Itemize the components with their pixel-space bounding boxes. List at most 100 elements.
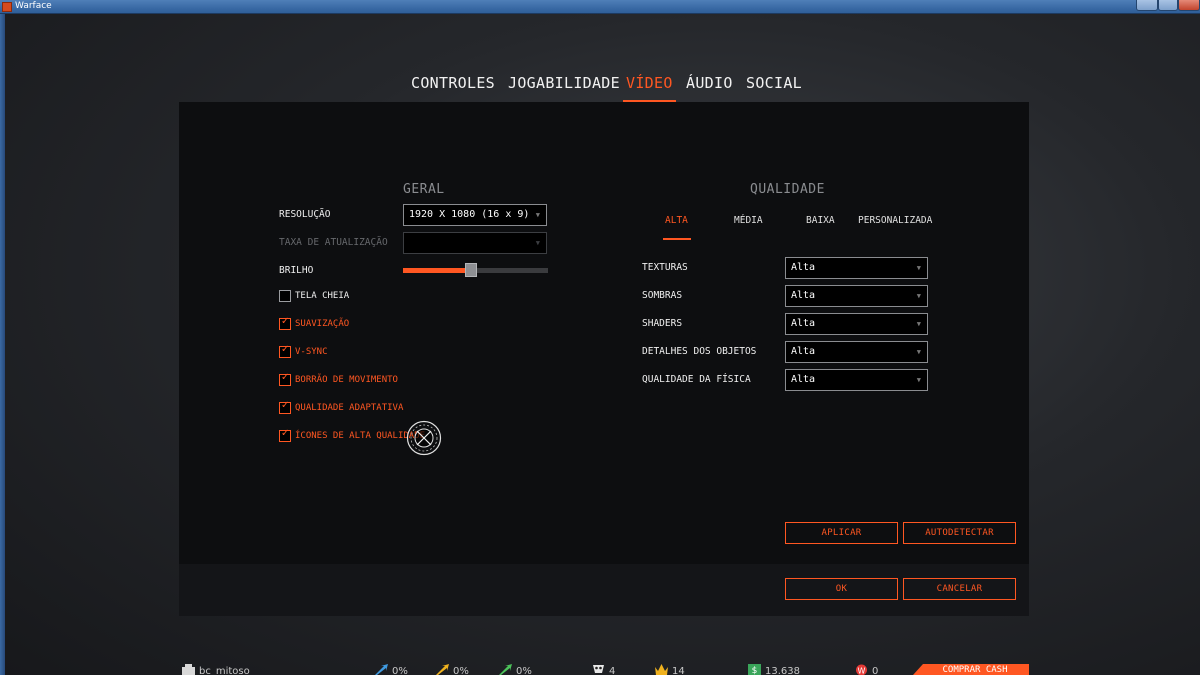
apply-button[interactable]: APLICAR (785, 522, 898, 544)
w-coin-icon: W (855, 664, 868, 675)
quality-setting-select[interactable]: Alta ▼ (785, 313, 928, 335)
check-icon: ✓ (281, 344, 290, 355)
checkbox[interactable]: ✓ (279, 316, 291, 330)
close-button[interactable] (1178, 0, 1200, 11)
quality-setting-select[interactable]: Alta ▼ (785, 285, 928, 307)
quality-setting-value: Alta (791, 318, 816, 329)
quality-setting-select[interactable]: Alta ▼ (785, 369, 928, 391)
checkbox-label: SUAVIZAÇÃO (295, 319, 350, 329)
dollar-icon: $ (748, 664, 761, 675)
tab-audio[interactable]: ÁUDIO (686, 74, 733, 92)
stat-2-value: 0% (453, 666, 469, 675)
dropdown-arrow-icon: ▼ (916, 264, 921, 272)
arrow-up-icon (436, 664, 449, 675)
dropdown-arrow-icon: ▼ (916, 320, 921, 328)
check-icon: ✓ (281, 316, 290, 327)
general-section-title: GERAL (403, 182, 445, 197)
check-icon: ✓ (281, 428, 290, 439)
checkbox-label: V-SYNC (295, 347, 328, 357)
crown-icon (655, 664, 668, 675)
checkbox[interactable]: ✓ (279, 428, 291, 442)
maximize-button[interactable] (1158, 0, 1178, 11)
tab-controles[interactable]: CONTROLES (411, 74, 495, 92)
window-title: Warface (15, 1, 52, 11)
stat-1-value: 0% (392, 666, 408, 675)
refresh-rate-label: TAXA DE ATUALIZAÇÃO (279, 237, 388, 248)
checkbox[interactable]: ✓ (279, 400, 291, 414)
stat-4-value: 4 (609, 666, 616, 675)
stat-3: 0% (499, 664, 532, 675)
quality-setting-label: TEXTURAS (642, 262, 688, 273)
dropdown-arrow-icon: ▼ (916, 376, 921, 384)
checkbox-label: BORRÃO DE MOVIMENTO (295, 375, 398, 385)
quality-setting-label: QUALIDADE DA FÍSICA (642, 374, 751, 385)
stat-5: 14 (655, 664, 685, 675)
check-icon: ✓ (281, 400, 290, 411)
refresh-rate-select[interactable]: ▼ (403, 232, 547, 254)
money-value: 13.638 (765, 666, 800, 675)
skull-icon (592, 664, 605, 675)
checkbox-label: QUALIDADE ADAPTATIVA (295, 403, 404, 413)
quality-preset-alta[interactable]: ALTA (665, 215, 688, 226)
checkbox[interactable]: ✓ (279, 372, 291, 386)
window-left-border (0, 14, 5, 675)
quality-preset-media[interactable]: MÉDIA (734, 215, 763, 226)
player-status-bar: bc_mitoso 0% 0% 0% 4 14 $13.638 W0 COMPR… (0, 660, 1200, 675)
quality-setting-value: Alta (791, 262, 816, 273)
dropdown-arrow-icon: ▼ (535, 239, 540, 247)
quality-setting-select[interactable]: Alta ▼ (785, 257, 928, 279)
rank-icon (182, 664, 195, 675)
brightness-slider[interactable] (403, 263, 548, 277)
buy-cash-button[interactable]: COMPRAR CASH (913, 664, 1029, 675)
svg-text:$: $ (752, 666, 758, 675)
quality-setting-label: DETALHES DOS OBJETOS (642, 346, 757, 357)
panel-footer: OK CANCELAR (179, 564, 1029, 616)
quality-preset-baixa[interactable]: BAIXA (806, 215, 835, 226)
quality-setting-value: Alta (791, 290, 816, 301)
checkbox[interactable]: ✓ (279, 344, 291, 358)
tab-video[interactable]: VÍDEO (623, 74, 676, 102)
warface-app-icon (2, 2, 12, 12)
settings-tabs: CONTROLES JOGABILIDADE VÍDEO ÁUDIO SOCIA… (0, 74, 1200, 104)
player-info[interactable]: bc_mitoso (182, 664, 250, 675)
minimize-button[interactable] (1136, 0, 1158, 11)
stat-4: 4 (592, 664, 615, 675)
dropdown-arrow-icon: ▼ (535, 211, 540, 219)
arrow-up-icon (375, 664, 388, 675)
dropdown-arrow-icon: ▼ (916, 348, 921, 356)
ok-button[interactable]: OK (785, 578, 898, 600)
window-subtitle (62, 1, 132, 12)
wcoins: W0 (855, 664, 878, 675)
quality-section-title: QUALIDADE (750, 182, 825, 197)
tab-social[interactable]: SOCIAL (746, 74, 802, 92)
cancel-button[interactable]: CANCELAR (903, 578, 1016, 600)
player-name: bc_mitoso (199, 666, 250, 675)
window-titlebar: Warface (0, 0, 1200, 14)
stat-5-value: 14 (672, 666, 685, 675)
quality-setting-label: SOMBRAS (642, 290, 683, 301)
resolution-label: RESOLUÇÃO (279, 209, 331, 220)
checkbox-label: TELA CHEIA (295, 291, 350, 301)
video-settings-panel: GERAL RESOLUÇÃO 1920 X 1080 (16 x 9) ▼ T… (179, 102, 1029, 616)
quality-setting-value: Alta (791, 374, 816, 385)
tab-jogabilidade[interactable]: JOGABILIDADE (508, 74, 620, 92)
quality-setting-label: SHADERS (642, 318, 683, 329)
brightness-slider-fill (403, 268, 472, 273)
stat-3-value: 0% (516, 666, 532, 675)
autodetect-button[interactable]: AUTODETECTAR (903, 522, 1016, 544)
cursor-ring-icon (406, 420, 442, 456)
resolution-select[interactable]: 1920 X 1080 (16 x 9) ▼ (403, 204, 547, 226)
wcoins-value: 0 (872, 666, 879, 675)
money: $13.638 (748, 664, 800, 675)
check-icon: ✓ (281, 372, 290, 383)
checkbox[interactable] (279, 290, 291, 302)
stat-2: 0% (436, 664, 469, 675)
quality-preset-personalizada[interactable]: PERSONALIZADA (858, 215, 932, 226)
dropdown-arrow-icon: ▼ (916, 292, 921, 300)
resolution-value: 1920 X 1080 (16 x 9) (409, 209, 530, 220)
svg-text:W: W (858, 667, 866, 675)
brightness-label: BRILHO (279, 265, 314, 276)
stat-1: 0% (375, 664, 408, 675)
quality-setting-select[interactable]: Alta ▼ (785, 341, 928, 363)
brightness-slider-handle[interactable] (465, 263, 478, 277)
